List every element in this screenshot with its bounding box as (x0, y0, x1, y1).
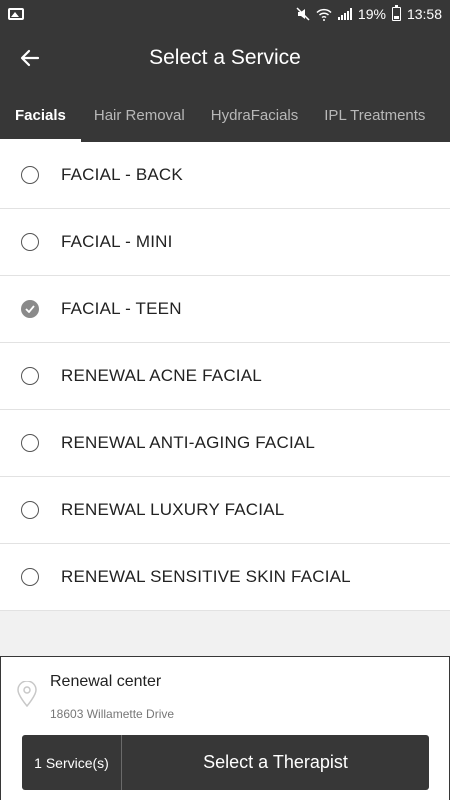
service-item-facial-mini[interactable]: FACIAL - MINI (0, 209, 450, 276)
service-item-facial-teen[interactable]: FACIAL - TEEN (0, 276, 450, 343)
radio-button[interactable] (21, 568, 39, 586)
service-label: FACIAL - BACK (61, 165, 183, 184)
service-label: FACIAL - TEEN (61, 299, 182, 318)
map-pin-icon (17, 681, 37, 707)
radio-button-checked[interactable] (21, 300, 39, 318)
service-label: RENEWAL ACNE FACIAL (61, 366, 262, 385)
battery-icon (391, 5, 401, 21)
battery-percentage: 19% (357, 6, 386, 22)
service-item-facial-back[interactable]: FACIAL - BACK (0, 142, 450, 209)
mute-icon (296, 7, 310, 21)
service-item-renewal-anti-aging-facial[interactable]: RENEWAL ANTI-AGING FACIAL (0, 410, 450, 477)
radio-button[interactable] (21, 166, 39, 184)
service-label: RENEWAL ANTI-AGING FACIAL (61, 433, 316, 452)
service-item-renewal-luxury-facial[interactable]: RENEWAL LUXURY FACIAL (0, 477, 450, 544)
signal-icon (337, 8, 352, 20)
location-address: 18603 Willamette Drive (50, 707, 175, 721)
tab-hair-removal[interactable]: Hair Removal (81, 88, 198, 142)
tab-ipl-treatments[interactable]: IPL Treatments (311, 88, 438, 142)
tab-facials[interactable]: Facials (0, 88, 81, 142)
category-tabs: Facials Hair Removal HydraFacials IPL Tr… (0, 88, 450, 142)
radio-button[interactable] (21, 434, 39, 452)
radio-button[interactable] (21, 501, 39, 519)
service-item-renewal-acne-facial[interactable]: RENEWAL ACNE FACIAL (0, 343, 450, 410)
page-title: Select a Service (149, 46, 301, 69)
radio-button[interactable] (21, 233, 39, 251)
check-icon (25, 305, 35, 313)
service-label: FACIAL - MINI (61, 232, 173, 251)
service-list: FACIAL - BACK FACIAL - MINI FACIAL - TEE… (0, 142, 450, 611)
image-icon (8, 8, 24, 20)
service-item-renewal-sensitive-skin-facial[interactable]: RENEWAL SENSITIVE SKIN FACIAL (0, 544, 450, 611)
action-bar: 1 Service(s) Select a Therapist (22, 735, 429, 790)
status-bar: 19% 13:58 (0, 0, 450, 28)
service-label: RENEWAL LUXURY FACIAL (61, 500, 285, 519)
booking-summary-panel: Renewal center 18603 Willamette Drive 1 … (0, 656, 450, 800)
tab-hydrafacials[interactable]: HydraFacials (198, 88, 312, 142)
selected-services-count-button[interactable]: 1 Service(s) (22, 735, 122, 790)
radio-button[interactable] (21, 367, 39, 385)
location-name: Renewal center (50, 673, 162, 690)
arrow-left-icon (20, 49, 40, 67)
back-button[interactable] (0, 28, 60, 88)
service-label: RENEWAL SENSITIVE SKIN FACIAL (61, 567, 351, 586)
wifi-icon (316, 8, 332, 21)
select-therapist-button[interactable]: Select a Therapist (122, 735, 429, 790)
app-bar: Select a Service (0, 28, 450, 88)
status-time: 13:58 (406, 6, 442, 22)
